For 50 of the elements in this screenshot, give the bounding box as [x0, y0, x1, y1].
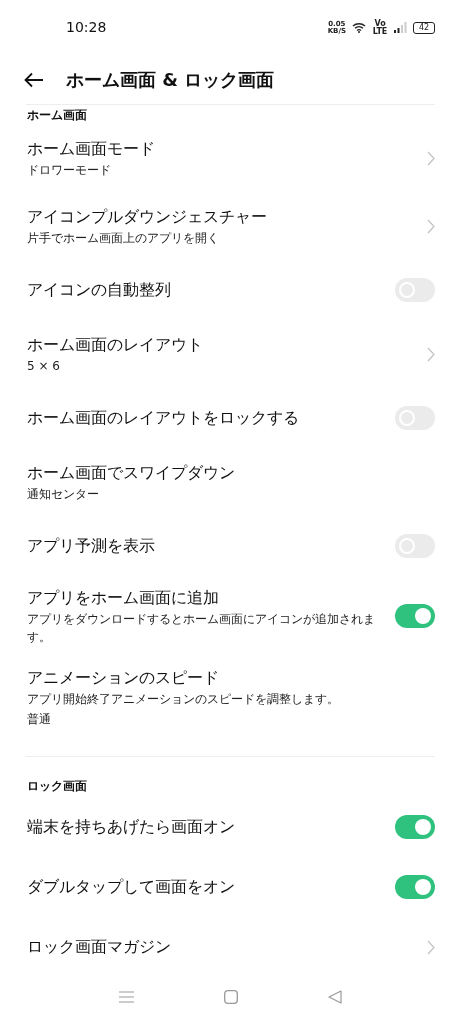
status-time: 10:28 [66, 18, 107, 38]
setting-value: 普通 [27, 711, 52, 728]
setting-title: アプリ予測を表示 [27, 535, 156, 557]
settings-row[interactable]: ホーム画面のレイアウト 5 × 6 [0, 320, 461, 388]
toggle-switch[interactable] [395, 815, 435, 839]
settings-row[interactable]: ホーム画面モード ドロワーモード [0, 124, 461, 192]
setting-title: ホーム画面のレイアウト [27, 334, 204, 356]
setting-title: ダブルタップして画面をオン [27, 876, 236, 898]
settings-row[interactable]: アイコンプルダウンジェスチャー 片手でホーム画面上のアプリを開く [0, 192, 461, 260]
settings-row[interactable]: アイコンの自動整列 [0, 260, 461, 320]
chevron-right-icon [427, 150, 435, 166]
setting-title: ホーム画面モード [27, 138, 156, 160]
home-square-icon[interactable] [224, 989, 238, 1004]
toggle-switch[interactable] [395, 875, 435, 899]
signal-icon [394, 22, 407, 34]
setting-description: 片手でホーム画面上のアプリを開く [27, 230, 220, 247]
volte-label: Vo LTE [372, 19, 388, 36]
chevron-right-icon [427, 939, 435, 955]
setting-description: 5 × 6 [27, 358, 61, 375]
page-title: ホーム画面 & ロック画面 [66, 68, 275, 93]
chevron-right-icon [427, 346, 435, 362]
settings-row[interactable]: アプリ予測を表示 [0, 516, 461, 576]
settings-row[interactable]: アプリをホーム画面に追加 アプリをダウンロードするとホーム画面にアイコンが追加されます。 [0, 576, 461, 656]
menu-icon[interactable] [119, 990, 134, 1003]
setting-title: アニメーションのスピード [27, 667, 220, 689]
setting-description: ドロワーモード [27, 162, 112, 179]
settings-row[interactable]: ホーム画面のレイアウトをロックする [0, 388, 461, 448]
setting-title: アイコンの自動整列 [27, 279, 172, 301]
chevron-right-icon [427, 218, 435, 234]
setting-title: ロック画面マガジン [27, 936, 172, 958]
setting-title: 端末を持ちあげたら画面オン [27, 816, 236, 838]
battery-icon: 42 [413, 21, 435, 34]
settings-row[interactable]: ホーム画面でスワイプダウン 通知センター [0, 448, 461, 516]
setting-description: 通知センター [27, 486, 100, 503]
settings-row[interactable]: ダブルタップして画面をオン [0, 857, 461, 917]
setting-title: アイコンプルダウンジェスチャー [27, 206, 268, 228]
setting-description: アプリ開始終了アニメーションのスピードを調整します。 [27, 691, 340, 708]
settings-row[interactable]: アニメーションのスピード アプリ開始終了アニメーションのスピードを調整します。 普通 [0, 656, 461, 738]
back-triangle-icon[interactable] [328, 989, 342, 1004]
setting-description: アプリをダウンロードするとホーム画面にアイコンが追加されます。 [27, 611, 376, 646]
back-arrow-icon[interactable] [24, 71, 44, 88]
setting-title: ホーム画面のレイアウトをロックする [27, 407, 300, 429]
settings-row[interactable]: 端末を持ちあげたら画面オン [0, 797, 461, 857]
settings-row[interactable]: ロック画面マガジン [0, 917, 461, 977]
toggle-switch[interactable] [395, 604, 435, 628]
wifi-icon [352, 22, 366, 34]
section-heading: ロック画面 [26, 778, 88, 795]
section-heading: ホーム画面 [26, 107, 88, 124]
setting-title: ホーム画面でスワイプダウン [27, 462, 236, 484]
setting-title: アプリをホーム画面に追加 [27, 587, 220, 609]
